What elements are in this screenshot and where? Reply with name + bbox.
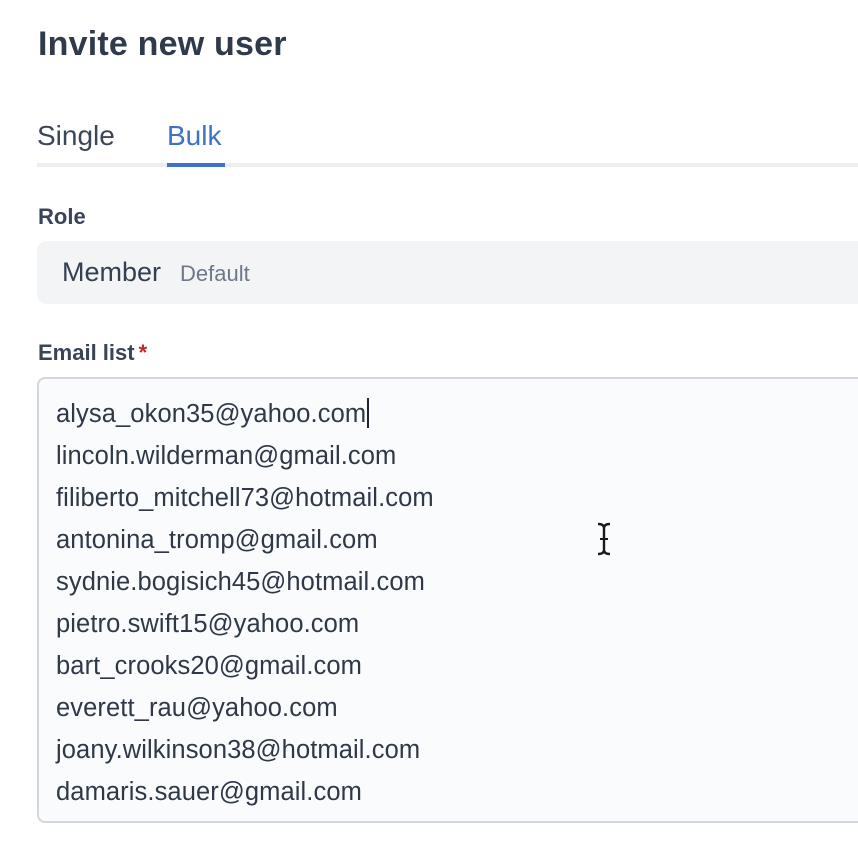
email-list-textarea[interactable]: alysa_okon35@yahoo.com lincoln.wilderman@… bbox=[37, 377, 858, 823]
email-lines: alysa_okon35@yahoo.com lincoln.wilderman@… bbox=[56, 393, 442, 821]
email-line: sydnie.bogisich45@hotmail.com bbox=[56, 561, 442, 603]
email-line-text: damaris.sauer@gmail.com bbox=[56, 778, 362, 806]
email-line-text: sydnie.bogisich45@hotmail.com bbox=[56, 568, 425, 596]
tabs-divider bbox=[37, 163, 858, 167]
email-line: bart_crooks20@gmail.com bbox=[56, 645, 442, 687]
tab-single[interactable]: Single bbox=[37, 118, 115, 154]
role-label: Role bbox=[38, 204, 86, 229]
email-line: alysa_okon35@yahoo.com bbox=[56, 393, 442, 435]
email-line: pietro.swift15@yahoo.com bbox=[56, 603, 442, 645]
invite-mode-tabs: Single Bulk bbox=[37, 112, 858, 168]
tab-bulk[interactable]: Bulk bbox=[167, 118, 221, 154]
role-default-hint: Default bbox=[180, 261, 250, 286]
email-line: joany.wilkinson38@hotmail.com bbox=[56, 729, 442, 771]
email-line: lincoln.wilderman@gmail.com bbox=[56, 435, 442, 477]
email-line-text: eloy.hackett_ward35@yahoo.com bbox=[56, 820, 442, 821]
role-select-value: Member bbox=[62, 257, 162, 287]
email-line-text: filiberto_mitchell73@hotmail.com bbox=[56, 484, 434, 512]
email-line-text: lincoln.wilderman@gmail.com bbox=[56, 442, 397, 470]
email-line: antonina_tromp@gmail.com bbox=[56, 519, 442, 561]
page-title: Invite new user bbox=[38, 25, 287, 63]
email-line-text: pietro.swift15@yahoo.com bbox=[56, 610, 360, 638]
invite-user-page: Invite new user Single Bulk Role Member … bbox=[0, 0, 858, 866]
email-list-label-text: Email list bbox=[38, 340, 135, 365]
email-line: damaris.sauer@gmail.com bbox=[56, 771, 442, 813]
required-marker: * bbox=[138, 340, 148, 365]
email-line-text: everett_rau@yahoo.com bbox=[56, 694, 338, 722]
active-tab-indicator bbox=[167, 163, 225, 167]
email-line-text: antonina_tromp@gmail.com bbox=[56, 526, 378, 554]
email-list-label: Email list * bbox=[38, 339, 147, 367]
email-line: eloy.hackett_ward35@yahoo.com bbox=[56, 813, 442, 821]
text-caret bbox=[367, 398, 370, 428]
role-select[interactable]: Member Default bbox=[37, 241, 858, 304]
email-line-text: joany.wilkinson38@hotmail.com bbox=[56, 736, 421, 764]
email-line-text: alysa_okon35@yahoo.com bbox=[56, 400, 367, 428]
email-line-text: bart_crooks20@gmail.com bbox=[56, 652, 362, 680]
email-line: filiberto_mitchell73@hotmail.com bbox=[56, 477, 442, 519]
email-line: everett_rau@yahoo.com bbox=[56, 687, 442, 729]
